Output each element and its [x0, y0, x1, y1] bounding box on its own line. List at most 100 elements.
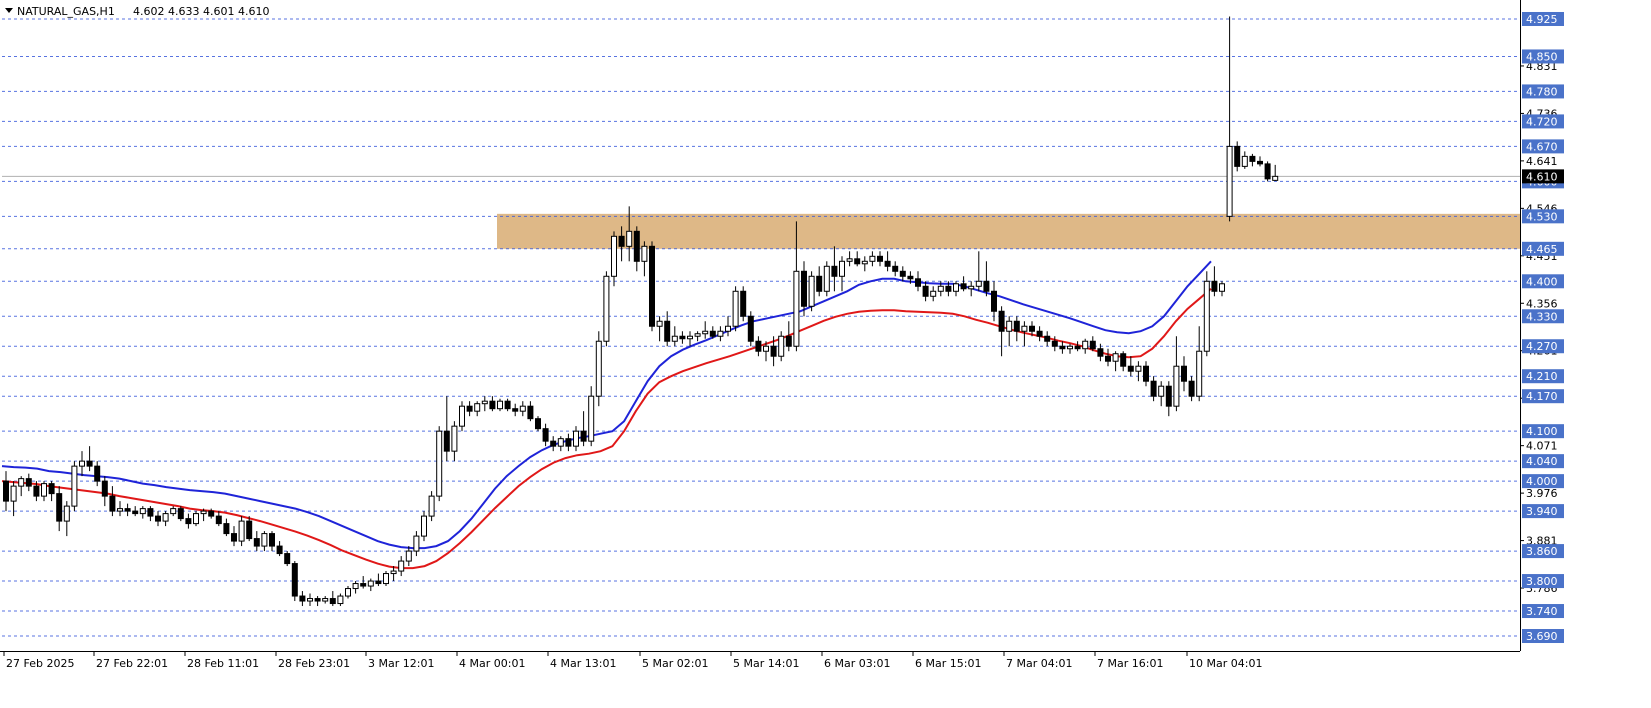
candle-body	[1006, 320, 1013, 332]
candle-body	[580, 430, 587, 442]
candle-body	[1203, 280, 1210, 352]
candle-body	[831, 265, 838, 277]
time-tick-label: 7 Mar 04:01	[1006, 657, 1072, 670]
candle-body	[3, 480, 9, 502]
candle-body	[747, 315, 754, 342]
candle-body	[1082, 340, 1089, 350]
candle-body	[527, 405, 534, 420]
candle	[1234, 141, 1241, 172]
candle-body	[1264, 163, 1271, 180]
candle-body	[1165, 385, 1172, 407]
candle-body	[861, 260, 868, 265]
candle-body	[1226, 145, 1233, 217]
candle-body	[215, 515, 222, 525]
price-chart[interactable]: 4.8314.7364.6414.5464.4514.3564.2614.166…	[0, 0, 1651, 708]
price-level-tag-label: 4.270	[1526, 340, 1558, 353]
candle	[459, 401, 465, 432]
candle-body	[360, 583, 367, 587]
price-level-tag-label: 3.860	[1526, 545, 1558, 558]
candle-body	[1051, 340, 1058, 347]
candle-body	[839, 260, 845, 277]
candle-body	[915, 278, 921, 287]
candle-body	[71, 465, 78, 507]
candle-body	[139, 508, 146, 515]
candle-body	[991, 290, 997, 312]
candle-body	[808, 275, 815, 307]
candle-body	[937, 285, 944, 292]
candle-body	[413, 535, 420, 552]
candle-body	[1059, 345, 1066, 350]
candle-body	[1105, 355, 1111, 362]
candle-body	[641, 245, 648, 262]
price-level-tag-label: 4.780	[1526, 85, 1558, 98]
candle-body	[56, 493, 63, 522]
price-level-tag-label: 4.000	[1526, 475, 1558, 488]
candle	[177, 506, 184, 522]
candle-body	[732, 290, 739, 327]
candle-body	[983, 280, 990, 292]
candle-body	[284, 553, 291, 565]
candle-body	[1135, 365, 1142, 372]
candle	[1264, 161, 1271, 182]
candle	[193, 511, 199, 527]
candle-body	[1089, 340, 1096, 350]
candle-body	[1112, 353, 1119, 362]
candle-body	[261, 533, 268, 547]
candle-body	[656, 320, 663, 327]
candle-body	[497, 400, 503, 410]
time-tick-label: 7 Mar 16:01	[1097, 657, 1163, 670]
candle-body	[25, 478, 32, 487]
candle-body	[367, 580, 374, 587]
time-tick-label: 6 Mar 03:01	[824, 657, 890, 670]
candle-body	[877, 255, 883, 262]
price-level-tag-label: 4.465	[1526, 243, 1558, 256]
candle-body	[1158, 385, 1165, 397]
current-price-tag-label: 4.610	[1526, 170, 1558, 183]
candle-body	[253, 538, 260, 547]
candle-body	[519, 405, 526, 412]
candle-body	[785, 335, 792, 347]
candle-body	[481, 400, 488, 405]
candle-body	[322, 598, 329, 602]
candle-body	[899, 270, 906, 277]
candle-body	[542, 428, 549, 442]
candle-body	[550, 440, 557, 447]
candle-body	[801, 270, 807, 307]
price-level-tag-label: 3.940	[1526, 505, 1558, 518]
candle-body	[185, 518, 192, 525]
price-level-tag-label: 3.690	[1526, 630, 1558, 643]
candle-body	[717, 330, 724, 337]
candle-body	[124, 508, 131, 512]
candle-body	[1013, 320, 1020, 332]
candle-body	[664, 320, 671, 342]
time-tick-label: 4 Mar 00:01	[459, 657, 525, 670]
candle	[808, 271, 815, 312]
candle-body	[1029, 325, 1035, 332]
candle-body	[79, 460, 85, 467]
candle-body	[170, 508, 177, 515]
candle-body	[557, 438, 564, 447]
candle-body	[329, 598, 336, 605]
time-tick-label: 28 Feb 11:01	[187, 657, 259, 670]
time-tick-label: 27 Feb 2025	[6, 657, 74, 670]
candle-body	[383, 573, 389, 585]
candle-body	[1173, 365, 1180, 407]
price-level-tag-label: 4.330	[1526, 310, 1558, 323]
candle-body	[922, 285, 929, 297]
price-level-tag-label: 4.400	[1526, 275, 1558, 288]
candle-body	[223, 523, 230, 535]
candle-body	[337, 595, 344, 605]
candle	[421, 511, 427, 542]
candle-body	[687, 335, 693, 340]
resistance-zone	[497, 213, 1520, 249]
candle-body	[147, 508, 154, 517]
candle-body	[94, 465, 101, 482]
candle	[238, 516, 245, 547]
ohlc-values: 4.602 4.633 4.601 4.610	[133, 5, 269, 18]
time-tick-label: 5 Mar 14:01	[733, 657, 799, 670]
candle-body	[276, 545, 283, 555]
candle-body	[823, 265, 830, 292]
price-level-tag-label: 4.170	[1526, 390, 1558, 403]
candle-body	[1097, 348, 1104, 357]
candle-body	[884, 260, 891, 267]
